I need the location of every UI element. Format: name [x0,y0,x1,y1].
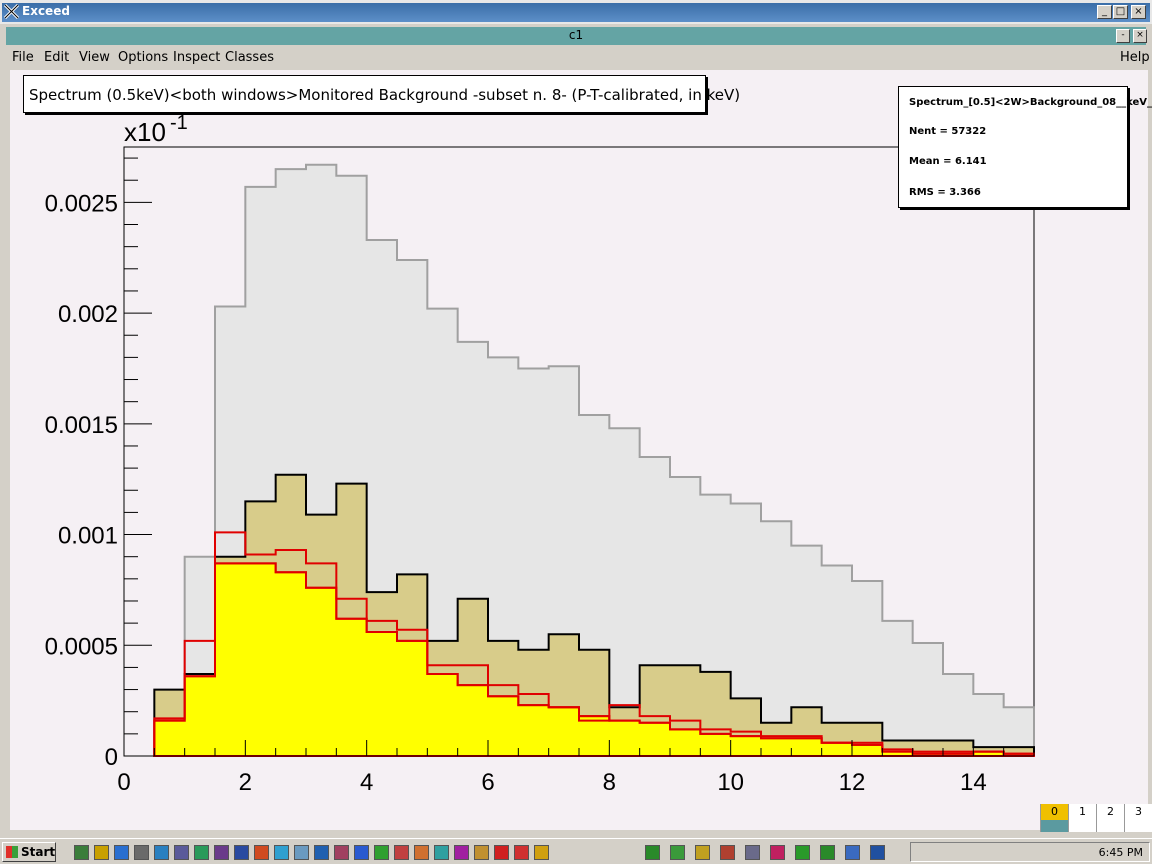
quick-launch-icon[interactable] [74,845,89,860]
taskbar-app-icon[interactable] [670,845,685,860]
quick-launch-icon[interactable] [514,845,529,860]
quick-launch-icon[interactable] [254,845,269,860]
stats-histogram-name: Spectrum_[0.5]<2W>Background_08__keV_ [909,97,1152,108]
y-exponent-label: x10 [124,117,166,147]
x-tick-label: 0 [117,769,130,796]
y-tick-label: 0 [105,744,118,771]
quick-launch-icon[interactable] [94,845,109,860]
taskbar-app-icon[interactable] [870,845,885,860]
page-tab-3[interactable]: 3 [1124,804,1152,832]
quick-launch-icon[interactable] [234,845,249,860]
page-tab-0[interactable]: 0 [1040,804,1068,832]
quick-launch-icon[interactable] [194,845,209,860]
page-tab-1[interactable]: 1 [1068,804,1096,832]
quick-launch-icon[interactable] [454,845,469,860]
stats-mean: Mean = 6.141 [909,156,987,167]
x-tick-label: 14 [960,769,987,796]
page-tab-underline [1041,820,1068,832]
quick-launch-icon[interactable] [294,845,309,860]
x-tick-label: 6 [481,769,494,796]
taskbar-app-icon[interactable] [745,845,760,860]
page-tab-underline [1125,820,1152,832]
stats-rms: RMS = 3.366 [909,187,981,198]
y-tick-label: 0.001 [58,523,118,550]
quick-launch-icon[interactable] [354,845,369,860]
taskbar-app-icon[interactable] [795,845,810,860]
taskbar-app-icon[interactable] [820,845,835,860]
taskbar-app-icon[interactable] [695,845,710,860]
quick-launch-icon[interactable] [134,845,149,860]
chart-title: Spectrum (0.5keV)<both windows>Monitored… [29,86,741,104]
x-tick-label: 8 [603,769,616,796]
x-tick-label: 2 [239,769,252,796]
stats-box[interactable]: Spectrum_[0.5]<2W>Background_08__keV_ Ne… [898,86,1152,208]
start-label: Start [21,845,56,859]
stats-entries: Nent = 57322 [909,126,987,137]
start-button[interactable]: Start [2,842,56,862]
x-tick-label: 4 [360,769,373,796]
system-tray: 6:45 PM [910,842,1150,862]
page-tab-label: 1 [1079,805,1086,818]
quick-launch-icon[interactable] [334,845,349,860]
taskbar-app-icon[interactable] [845,845,860,860]
taskbar-app-icon[interactable] [645,845,660,860]
quick-launch-icon[interactable] [314,845,329,860]
chart-title-box[interactable]: Spectrum (0.5keV)<both windows>Monitored… [23,75,740,113]
x-tick-label: 12 [839,769,866,796]
y-tick-label: 0.0005 [45,633,118,660]
y-tick-label: 0.002 [58,301,118,328]
page-tab-underline [1097,820,1124,832]
y-exponent-power: -1 [170,112,188,134]
taskbar-app-icon[interactable] [770,845,785,860]
quick-launch-icon[interactable] [114,845,129,860]
quick-launch-icon[interactable] [534,845,549,860]
desktop: Exceed _ □ × c1 - × File Edit View Optio… [0,0,1152,864]
quick-launch-icon[interactable] [274,845,289,860]
page-tab-label: 0 [1051,805,1058,818]
quick-launch-icon[interactable] [374,845,389,860]
quick-launch-icon[interactable] [174,845,189,860]
clock: 6:45 PM [1098,846,1143,859]
page-tab-label: 2 [1107,805,1114,818]
quick-launch-icon[interactable] [214,845,229,860]
x-tick-label: 10 [717,769,744,796]
quick-launch-icon[interactable] [394,845,409,860]
y-tick-label: 0.0015 [45,412,118,439]
quick-launch-icon[interactable] [434,845,449,860]
taskbar-app-icon[interactable] [720,845,735,860]
page-tab-underline [1069,820,1096,832]
page-tab-label: 3 [1135,805,1142,818]
windows-logo-icon [6,846,18,858]
quick-launch-icon[interactable] [494,845,509,860]
taskbar: Start 6:45 PM [0,838,1152,864]
y-tick-label: 0.0025 [45,190,118,217]
quick-launch-icon[interactable] [414,845,429,860]
page-tab-2[interactable]: 2 [1096,804,1124,832]
quick-launch-icon[interactable] [474,845,489,860]
quick-launch-icon[interactable] [154,845,169,860]
